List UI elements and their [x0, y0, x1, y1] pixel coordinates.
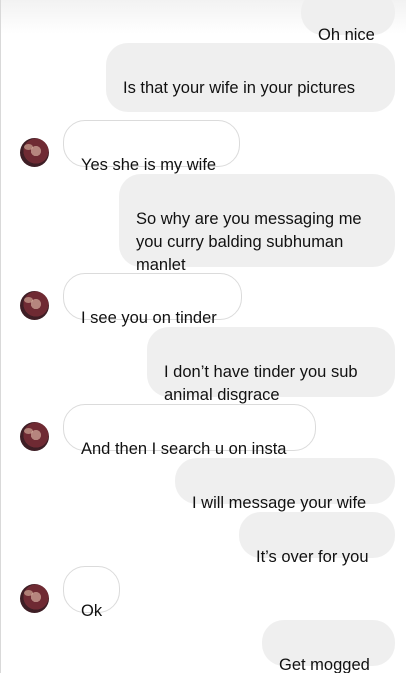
message-bubble-received[interactable]: Yes she is my wife [63, 120, 240, 174]
message-text: Get mogged [279, 656, 370, 673]
message-bubble-sent[interactable]: Is that your wife in your pictures 🙈 [106, 43, 395, 145]
message-bubble-sent[interactable]: I will message your wife [175, 458, 395, 512]
avatar-shine [24, 428, 33, 434]
message-text: Oh nice [318, 26, 375, 44]
message-text: Is that your wife in your pictures [123, 79, 356, 97]
message-text: And then I search u on insta [81, 440, 287, 458]
contact-avatar[interactable] [20, 584, 49, 613]
message-text: Yes she is my wife [81, 156, 217, 174]
message-text: It’s over for you [256, 548, 369, 566]
message-bubble-sent[interactable]: It’s over for you [239, 512, 395, 566]
message-text: I see you on tinder [81, 309, 217, 327]
message-bubble-sent[interactable]: So why are you messaging me you curry ba… [119, 174, 395, 274]
message-bubble-sent[interactable]: Get mogged [262, 620, 395, 673]
chat-thread: Oh nice Is that your wife in your pictur… [0, 0, 406, 673]
message-bubble-received[interactable]: Ok [63, 566, 120, 620]
message-bubble-received[interactable]: I see you on tinder [63, 273, 242, 327]
avatar-shine [24, 144, 33, 150]
message-bubble-sent[interactable]: I don’t have tinder you sub animal disgr… [147, 327, 395, 404]
message-text: I will message your wife [192, 494, 367, 512]
message-text: Ok [81, 602, 103, 620]
avatar-shine [24, 297, 33, 303]
message-bubble-received[interactable]: And then I search u on insta [63, 404, 316, 458]
message-bubble-sent[interactable]: Oh nice [301, 0, 395, 44]
message-text: I don’t have tinder you sub animal disgr… [164, 363, 358, 404]
contact-avatar[interactable] [20, 138, 49, 167]
avatar-shine [24, 590, 33, 596]
message-text: So why are you messaging me you curry ba… [136, 210, 362, 274]
contact-avatar[interactable] [20, 422, 49, 451]
contact-avatar[interactable] [20, 291, 49, 320]
